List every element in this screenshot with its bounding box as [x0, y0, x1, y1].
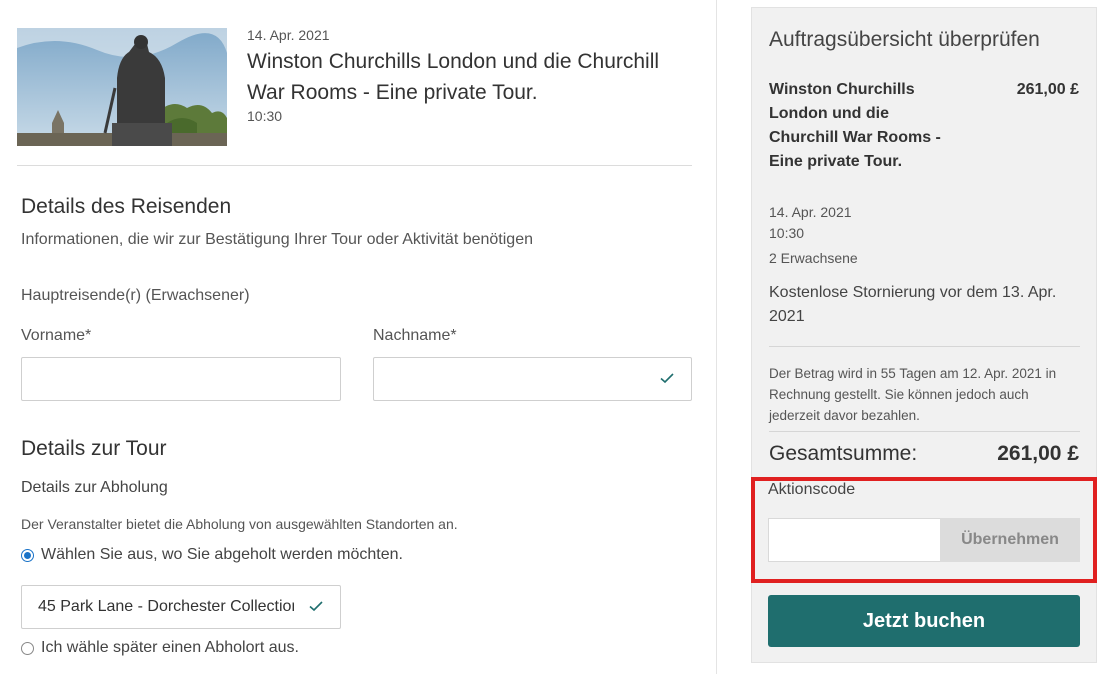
radio-unselected-icon[interactable] — [21, 641, 34, 655]
summary-time: 10:30 — [769, 225, 805, 241]
radio-selected-icon[interactable] — [21, 548, 34, 562]
summary-item-price: 261,00 £ — [1016, 81, 1079, 98]
traveler-subheading: Informationen, die wir zur Bestätigung I… — [21, 231, 533, 248]
payment-notice: Der Betrag wird in 55 Tagen am 12. Apr. … — [769, 366, 1057, 423]
first-name-field[interactable] — [21, 357, 341, 401]
apply-promo-button[interactable]: Übernehmen — [940, 518, 1080, 562]
summary-guests: 2 Erwachsene — [769, 250, 858, 266]
promo-code-label: Aktionscode — [768, 481, 856, 498]
traveler-heading: Details des Reisenden — [21, 195, 232, 218]
tour-date: 14. Apr. 2021 — [247, 27, 330, 43]
cancellation-policy: Kostenlose Stornierung vor dem 13. Apr. … — [769, 284, 1057, 325]
summary-divider — [769, 431, 1080, 432]
total-label: Gesamtsumme: — [769, 442, 918, 465]
pickup-label: Details zur Abholung — [21, 479, 168, 496]
last-name-label: Nachname* — [373, 327, 457, 344]
tour-details-heading: Details zur Tour — [21, 437, 167, 460]
tour-image — [17, 28, 227, 146]
radio-choose-later[interactable]: Ich wähle später einen Abholort aus. — [21, 639, 299, 657]
radio-choose-pickup[interactable]: Wählen Sie aus, wo Sie abgeholt werden m… — [21, 546, 403, 564]
radio-choose-label: Wählen Sie aus, wo Sie abgeholt werden m… — [41, 546, 403, 563]
booking-form: 14. Apr. 2021 Winston Churchills London … — [0, 0, 717, 674]
summary-divider — [769, 346, 1080, 347]
tour-title: Winston Churchills London und die Church… — [247, 50, 660, 104]
pickup-info: Der Veranstalter bietet die Abholung von… — [21, 516, 458, 532]
summary-title: Auftragsübersicht überprüfen — [769, 28, 1040, 51]
pickup-location-select[interactable]: 45 Park Lane - Dorchester Collection — [21, 585, 341, 629]
total-value: 261,00 £ — [997, 442, 1079, 465]
summary-item-title: Winston Churchills London und die Church… — [769, 81, 941, 170]
last-name-field[interactable] — [373, 357, 692, 401]
check-icon — [309, 601, 323, 612]
radio-later-label: Ich wähle später einen Abholort aus. — [41, 639, 299, 656]
tour-header: 14. Apr. 2021 Winston Churchills London … — [17, 24, 692, 166]
check-icon — [660, 373, 674, 384]
summary-date: 14. Apr. 2021 — [769, 204, 852, 220]
pickup-location-value: 45 Park Lane - Dorchester Collection — [38, 598, 294, 615]
first-name-label: Vorname* — [21, 327, 92, 344]
tour-time: 10:30 — [247, 108, 283, 124]
book-now-button[interactable]: Jetzt buchen — [768, 595, 1080, 647]
main-traveler-label: Hauptreisende(r) (Erwachsener) — [21, 287, 250, 304]
promo-code-input[interactable] — [768, 518, 941, 562]
